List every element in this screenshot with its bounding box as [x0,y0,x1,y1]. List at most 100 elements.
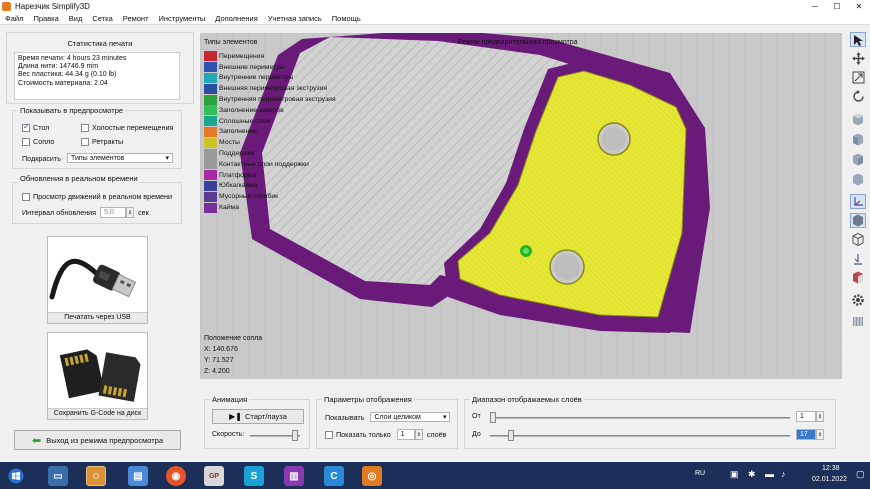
supports-icon[interactable] [850,270,866,285]
ccleaner-icon[interactable]: C [324,466,344,486]
tray-apps-icon[interactable]: ▣ [730,469,739,480]
legend-swatch [204,116,217,127]
legend-label: Поддержки [219,150,255,158]
print-usb-button[interactable]: Печатать через USB [47,236,148,324]
save-gcode-button[interactable]: Сохранить G-Code на диск [47,332,148,420]
travel-checkbox[interactable] [81,123,89,132]
only-stepper[interactable]: ⇕ [414,429,423,440]
to-slider-track [490,435,790,437]
maximize-button[interactable]: ☐ [826,0,848,12]
firefox-icon[interactable]: ◉ [166,466,186,486]
skype-icon[interactable]: S [244,466,264,486]
bed-checkbox[interactable] [22,122,30,132]
legend-title: Типы элементов [204,39,258,46]
menu-help[interactable]: Помощь [327,14,366,23]
animation-title: Анимация [210,395,250,404]
menu-mesh[interactable]: Сетка [87,14,117,23]
gp-app-icon[interactable]: GP [204,466,224,486]
interval-input[interactable]: 5,0 [100,207,127,218]
menu-addons[interactable]: Дополнения [210,14,262,23]
from-slider-thumb[interactable] [490,412,496,423]
bed-label: Стол [33,123,50,132]
menu-edit[interactable]: Правка [28,14,63,23]
windows-start-icon[interactable] [6,466,26,486]
axes-icon[interactable] [850,194,866,209]
move-tool-icon[interactable] [850,51,866,66]
select-tool-icon[interactable] [850,32,866,47]
menu-tools[interactable]: Инструменты [154,14,211,23]
nozzle-x: X: 140.676 [204,346,238,353]
wireframe-view-icon[interactable] [850,232,866,247]
view-right-icon[interactable] [850,172,866,187]
desktop-icon[interactable]: ▭ [48,466,68,486]
minimize-button[interactable]: ─ [804,0,826,12]
show-row: Показывать Слои целиком ▾ [325,412,451,422]
stat-plastic-weight: Вес пластика: 44.34 g (0.10 lb) [18,71,117,79]
legend-item: Перемещения [204,51,336,62]
legend-item: Поддержки [204,148,336,159]
settings-gear-icon[interactable] [850,292,866,307]
play-pause-button[interactable]: ▶❚ Старт/пауза [212,409,304,424]
menu-repair[interactable]: Ремонт [118,14,154,23]
scale-tool-icon[interactable] [850,70,866,85]
file-manager-icon[interactable]: ☺ [86,466,106,486]
menu-account[interactable]: Учетная запись [263,14,327,23]
travel-option[interactable]: Холостые перемещения [81,123,173,132]
from-stepper[interactable]: ⇕ [816,411,824,422]
simplify3d-taskbar-icon[interactable]: ◎ [362,466,382,486]
legend-swatch [204,62,217,73]
preview-title: Показывать в предпросмотре [18,106,126,115]
interval-stepper[interactable]: ⇕ [126,207,135,218]
to-label: До [472,431,481,438]
notifications-icon[interactable]: ▢ [856,469,865,480]
clock-date: 02.01.2022 [812,476,848,483]
close-button[interactable]: ✕ [848,0,870,12]
view-front-icon[interactable] [850,112,866,127]
layers-icon[interactable] [850,313,866,328]
exit-preview-button[interactable]: ⬅ Выход из режима предпросмотра [14,430,181,450]
to-slider-thumb[interactable] [507,430,514,441]
layer-range-group [464,399,836,449]
view-left-icon[interactable] [850,152,866,167]
retracts-option[interactable]: Ретракты [81,137,123,146]
solid-view-icon[interactable] [850,213,866,228]
legend-item: Внешние периметры [204,62,336,73]
app-icon [2,1,11,11]
realtime-view-checkbox[interactable] [22,192,30,201]
language-indicator[interactable]: RU [695,470,705,477]
slicer-app-icon[interactable]: ▥ [284,466,304,486]
legend-swatch [204,72,217,83]
preview-viewport[interactable]: Типы элементов Режим предварительного пр… [200,33,842,379]
network-icon[interactable]: ▬ [765,469,774,479]
to-stepper[interactable]: ⇕ [816,429,824,440]
print-usb-caption: Печатать через USB [48,312,147,323]
legend-label: Контактные слои поддержки [219,160,309,168]
from-input[interactable]: 1 [796,411,816,422]
only-checkbox[interactable] [325,430,333,439]
show-dropdown[interactable]: Слои целиком ▾ [370,412,451,422]
speed-slider-thumb[interactable] [291,430,298,441]
rotate-tool-icon[interactable] [850,89,866,104]
realtime-view-option[interactable]: Просмотр движений в реальном времени [22,192,172,201]
color-dropdown-value: Типы элементов [70,154,125,162]
bluetooth-icon[interactable]: ✱ [748,469,756,480]
volume-icon[interactable]: ♪ [781,469,786,479]
play-pause-label: Старт/пауза [244,412,287,421]
explorer-icon[interactable]: ▤ [128,466,148,486]
legend-label: Внутренние периметры [219,74,294,82]
only-input[interactable]: 1 [396,429,415,440]
retracts-checkbox[interactable] [81,137,89,146]
menu-file[interactable]: Файл [0,14,28,23]
legend-label: Платформа [219,171,257,179]
menu-view[interactable]: Вид [64,14,88,23]
nozzle-option[interactable]: Сопло [22,137,54,146]
color-dropdown[interactable]: Типы элементов ▾ [66,153,173,163]
nozzle-label: Сопло [33,137,55,146]
nozzle-checkbox[interactable] [22,137,30,146]
view-top-icon[interactable] [850,132,866,147]
cross-section-icon[interactable] [850,251,866,266]
to-input[interactable]: 17 [796,429,816,440]
legend-swatch [204,191,217,202]
stat-filament-length: Длина нити: 14746.9 mm [18,63,99,71]
bed-option[interactable]: Стол [22,122,50,132]
